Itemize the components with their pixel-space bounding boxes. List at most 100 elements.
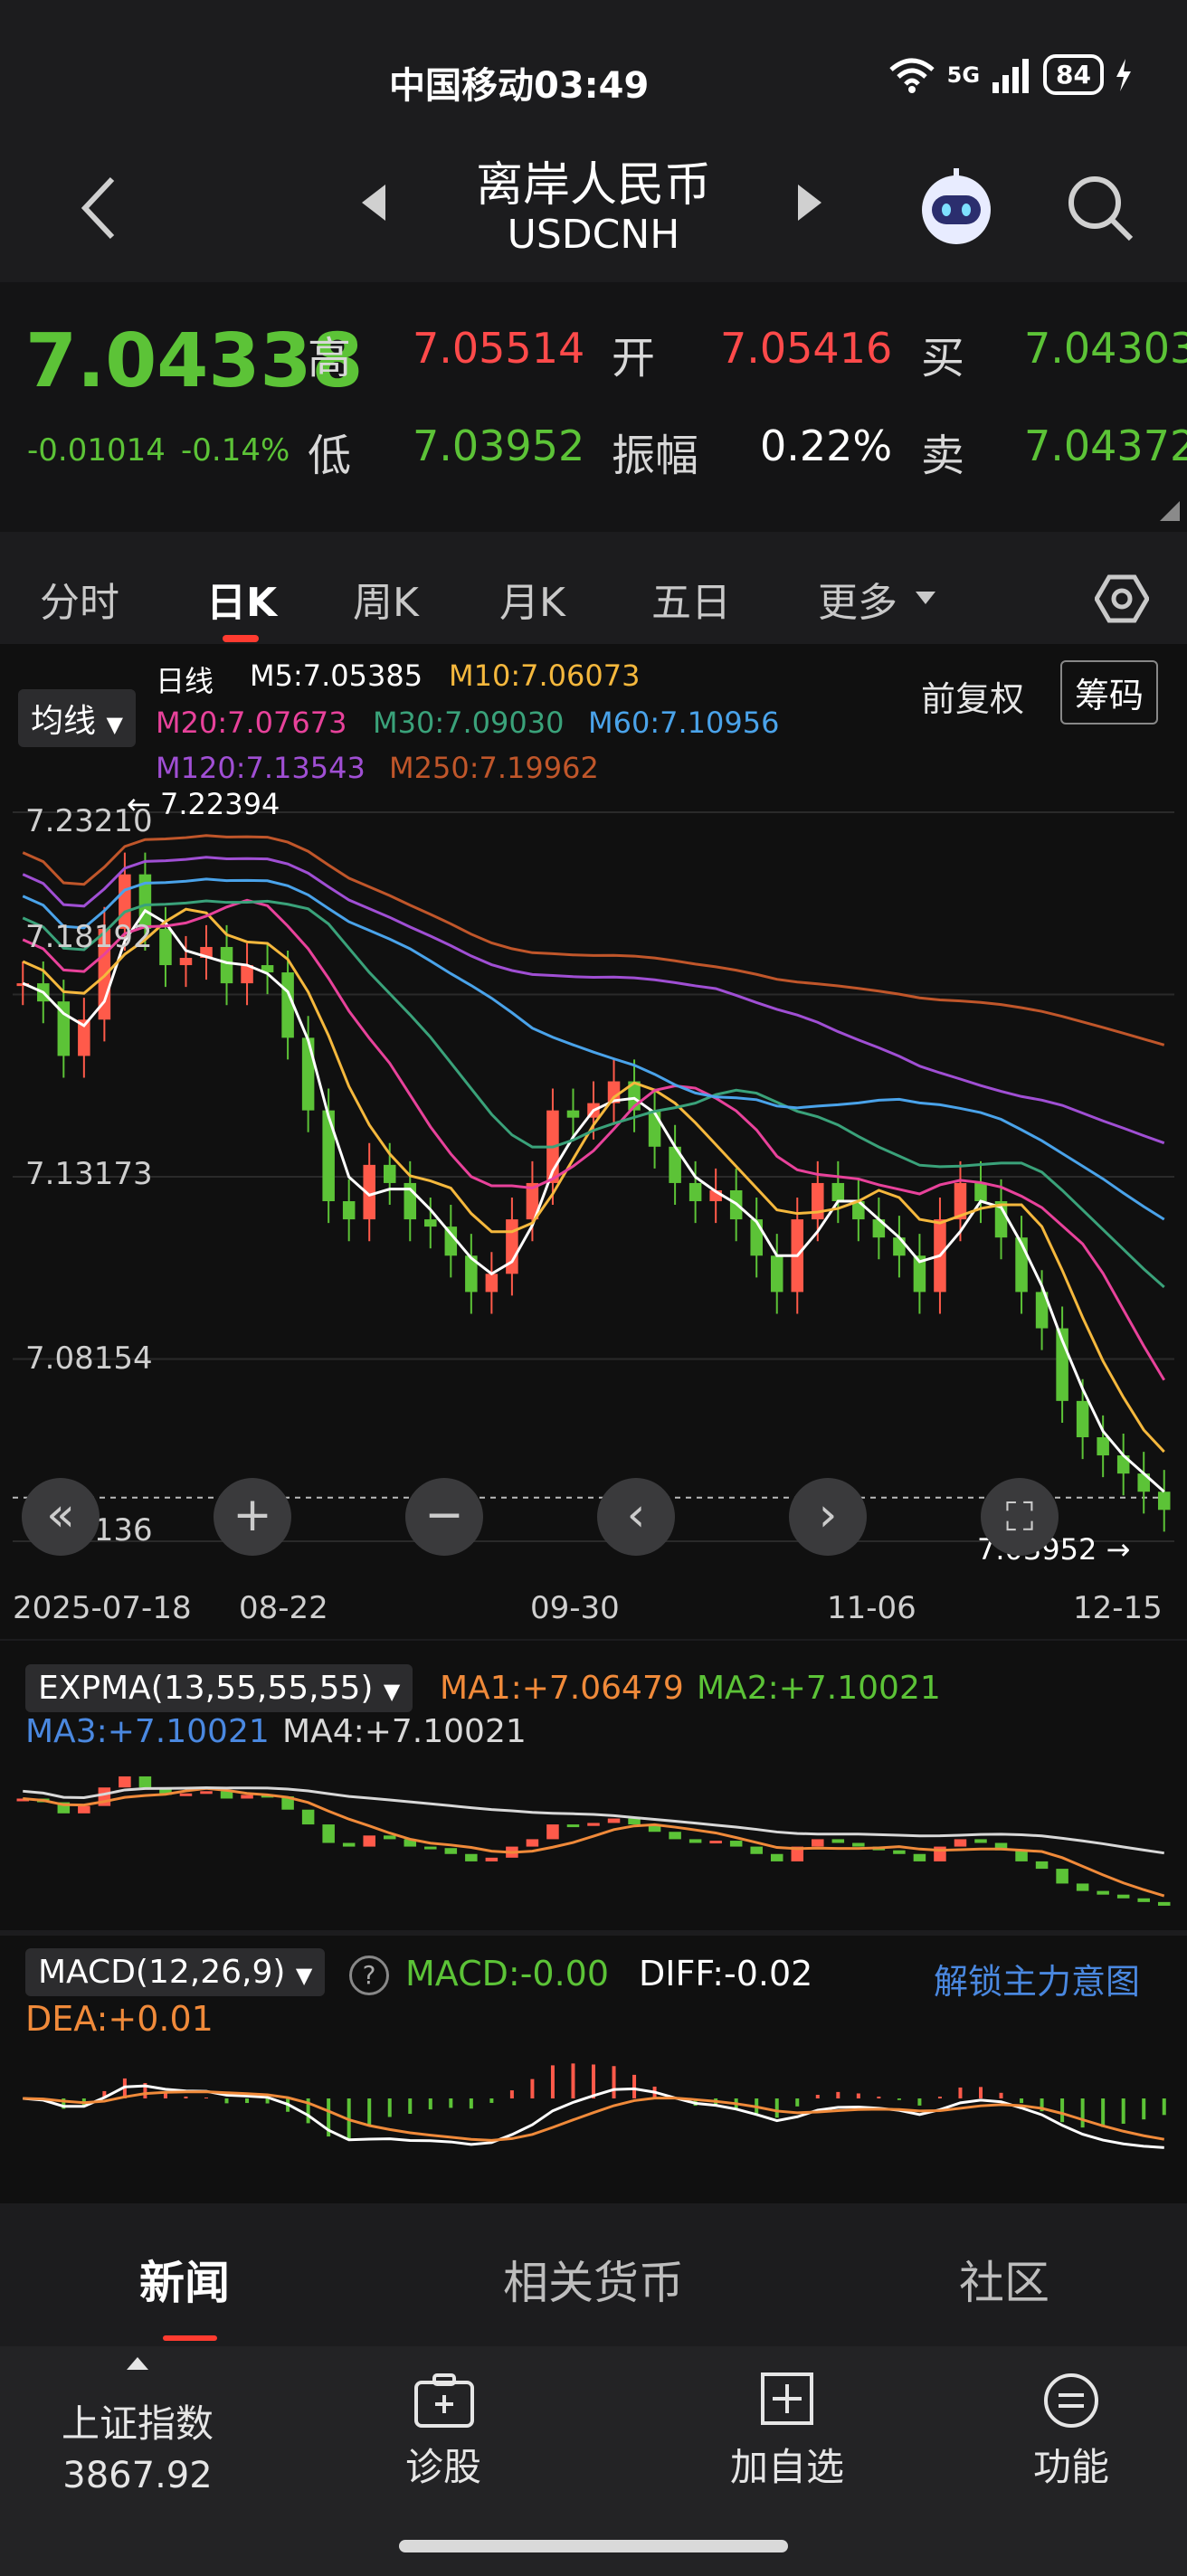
expma-candle	[852, 1842, 865, 1847]
tab-monthly-k[interactable]: 月K	[499, 570, 565, 628]
macd-plot[interactable]	[13, 1999, 1174, 2198]
expma-candle	[363, 1835, 375, 1847]
adjust-mode[interactable]: 前复权	[921, 671, 1024, 721]
settings-hexagon-icon[interactable]	[1095, 572, 1149, 626]
more-dropdown-icon[interactable]	[914, 590, 937, 606]
active-tab-indicator	[223, 635, 259, 642]
tab-more[interactable]: 更多	[818, 570, 897, 628]
candle-body	[831, 1182, 845, 1202]
news-active-indicator	[163, 2335, 217, 2341]
max-price-value: 7.22394	[159, 787, 280, 821]
index-name[interactable]: 上证指数	[36, 2393, 239, 2448]
fullscreen-icon: ⛶	[1005, 1494, 1034, 1540]
amplitude-value: 0.22%	[760, 421, 893, 470]
wifi-icon	[888, 58, 935, 93]
candle-body	[485, 1274, 499, 1293]
charging-icon	[1116, 58, 1131, 91]
chips-button[interactable]: 筹码	[1060, 660, 1159, 724]
candle-body	[322, 1110, 335, 1202]
diagnose-icon[interactable]	[413, 2373, 476, 2431]
functions-button[interactable]: 功能	[999, 2437, 1144, 2492]
high-value: 7.05514	[413, 324, 585, 373]
candle-body	[424, 1219, 437, 1227]
ma-line	[22, 898, 1166, 1381]
ma-legend-item: M30:7.09030	[373, 706, 565, 740]
status-bar: 中国移动03:49 5G 84	[0, 0, 1187, 136]
candle-body	[179, 958, 193, 966]
expma-candle	[1137, 1898, 1150, 1902]
tab-five-day[interactable]: 五日	[651, 570, 731, 628]
network-type: 5G	[946, 62, 981, 88]
candle-body	[688, 1182, 702, 1202]
macd-panel: MACD(12,26,9) ▼ ? MACD:-0.00 DIFF:-0.02 …	[0, 1936, 1187, 2203]
candle-body	[893, 1237, 906, 1256]
zoom-out-button[interactable]: −	[405, 1478, 483, 1556]
expma-candle	[241, 1795, 253, 1799]
tab-news[interactable]: 新闻	[139, 2247, 230, 2312]
add-watch-icon[interactable]	[760, 2372, 814, 2426]
x-tick-label: 12-15	[1073, 1590, 1163, 1626]
kline-plot[interactable]	[13, 794, 1174, 1559]
status-icons: 5G 84	[888, 54, 1133, 95]
tab-intraday[interactable]: 分时	[40, 570, 119, 628]
candle-body	[1157, 1492, 1171, 1511]
expma-candle	[322, 1824, 335, 1843]
tab-related-currency[interactable]: 相关货币	[503, 2247, 684, 2312]
expma-candle	[342, 1842, 356, 1847]
open-label: 开	[612, 333, 656, 384]
expma-candle	[119, 1776, 131, 1788]
ma-line	[22, 834, 1165, 1046]
low-value: 7.03952	[413, 421, 585, 470]
expma-candle	[465, 1853, 478, 1861]
functions-icon[interactable]	[1042, 2372, 1100, 2429]
scroll-right-button[interactable]: ›	[789, 1478, 867, 1556]
scroll-left-button[interactable]: ‹	[597, 1478, 675, 1556]
macd-selector[interactable]: MACD(12,26,9) ▼	[25, 1948, 326, 1996]
minus-icon: −	[424, 1488, 464, 1542]
expma-candle	[893, 1850, 906, 1854]
x-tick-label: 2025-07-18	[13, 1590, 192, 1626]
page-subtitle: USDCNH	[507, 212, 680, 258]
ma-selector[interactable]: 均线 ▼	[18, 689, 136, 747]
unlock-link[interactable]: 解锁主力意图	[934, 1954, 1140, 2003]
expma-ma1: MA1:+7.06479	[440, 1670, 684, 1707]
macd-title: MACD(12,26,9)	[38, 1954, 286, 1991]
low-label: 低	[308, 431, 352, 481]
chevron-left-icon: ‹	[626, 1488, 646, 1542]
ma-line	[22, 907, 1165, 1454]
expma-selector[interactable]: EXPMA(13,55,55,55) ▼	[25, 1664, 413, 1712]
expma-candle	[1076, 1883, 1089, 1891]
expma-plot[interactable]	[13, 1755, 1174, 1921]
macd-line	[23, 2084, 1164, 2149]
quote-panel: 7.04338 -0.01014 -0.14% 高 7.05514 低 7.03…	[0, 282, 1187, 532]
candle-body	[750, 1219, 763, 1256]
search-icon[interactable]	[1064, 172, 1136, 244]
index-value[interactable]: 3867.92	[36, 2455, 239, 2496]
robot-assistant-icon[interactable]	[916, 166, 997, 248]
expma-candle	[750, 1846, 763, 1854]
tab-weekly-k[interactable]: 周K	[353, 570, 419, 628]
expma-candle	[607, 1818, 621, 1823]
x-tick-label: 09-30	[530, 1590, 620, 1626]
signal-icon	[992, 58, 1030, 93]
tab-daily-k[interactable]: 日K	[206, 570, 277, 628]
help-icon[interactable]: ?	[349, 1956, 389, 1995]
index-up-arrow-icon	[127, 2357, 148, 2370]
ma-line	[22, 908, 1165, 1493]
expma-line	[23, 1786, 1165, 1898]
fullscreen-button[interactable]: ⛶	[981, 1478, 1059, 1556]
chevron-right-icon: ›	[818, 1488, 838, 1542]
sell-label: 卖	[921, 431, 965, 481]
rewind-button[interactable]: «	[22, 1478, 100, 1556]
add-watch-button[interactable]: 加自选	[715, 2437, 859, 2492]
sell-value: 7.04372	[1024, 421, 1187, 470]
home-indicator[interactable]	[399, 2540, 788, 2552]
expma-ma4: MA4:+7.10021	[282, 1713, 527, 1750]
diagnose-button[interactable]: 诊股	[371, 2437, 516, 2492]
zoom-in-button[interactable]: +	[214, 1478, 291, 1556]
macd-value: MACD:-0.00	[405, 1954, 610, 1994]
expand-corner-icon[interactable]	[1158, 499, 1182, 523]
tab-community[interactable]: 社区	[959, 2247, 1049, 2312]
ma-line	[22, 877, 1165, 1221]
next-symbol-icon[interactable]	[796, 183, 823, 223]
